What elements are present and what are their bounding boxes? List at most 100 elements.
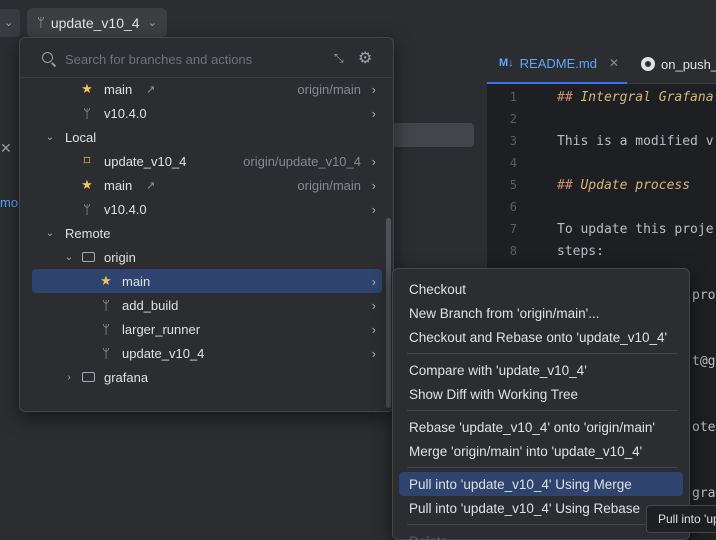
branch-name: add_build: [122, 297, 179, 313]
chevron-down-icon: ⌄: [4, 17, 14, 29]
tracking-branch: origin/main: [297, 81, 361, 97]
group-local[interactable]: ⌄ Local: [32, 125, 382, 149]
branch-row-local-v10-4-0[interactable]: ᛘ v10.4.0 ›: [32, 197, 382, 221]
branch-icon: ᛘ: [102, 297, 110, 313]
project-widget[interactable]: ⌄: [0, 9, 20, 37]
chevron-down-icon: ⌄: [45, 227, 55, 239]
branch-icon: ᛘ: [102, 321, 110, 337]
search-icon: [42, 52, 53, 63]
branch-search-bar: ⤡ ⚙: [20, 38, 393, 78]
chevron-right-icon: ›: [67, 371, 71, 383]
current-branch-label: update_v10_4: [50, 14, 140, 31]
tab-readme[interactable]: M↓ README.md ✕: [487, 44, 627, 84]
group-name: Remote: [65, 225, 111, 241]
branch-search-input[interactable]: [65, 49, 315, 69]
chevron-right-icon: ›: [371, 81, 376, 97]
menu-separator: [407, 353, 677, 354]
tab-on-push[interactable]: on_push_: [637, 44, 716, 84]
menu-item-compare[interactable]: Compare with 'update_v10_4': [399, 358, 683, 382]
menu-item-merge[interactable]: Merge 'origin/main' into 'update_v10_4': [399, 439, 683, 463]
close-icon[interactable]: ✕: [609, 56, 619, 70]
menu-item-pull-rebase[interactable]: Pull into 'update_v10_4' Using Rebase: [399, 496, 683, 520]
menu-item-new-branch[interactable]: New Branch from 'origin/main'...: [399, 301, 683, 325]
line-number: 7: [509, 222, 517, 236]
branch-row-origin-update-v10-4[interactable]: ᛘ update_v10_4 ›: [32, 341, 382, 365]
menu-separator: [407, 410, 677, 411]
line-number: 1: [509, 90, 517, 104]
chevron-right-icon: ›: [371, 297, 376, 313]
folder-icon: [82, 372, 95, 382]
chevron-right-icon: ›: [371, 153, 376, 169]
chevron-right-icon: ›: [371, 201, 376, 217]
group-name: Local: [65, 129, 97, 145]
chevron-down-icon: ⌄: [45, 131, 55, 143]
branch-widget[interactable]: ᛘ update_v10_4 ⌄: [27, 8, 167, 37]
markdown-icon: M↓: [499, 57, 514, 69]
editor-tab-bar: M↓ README.md ✕ on_push_: [487, 44, 716, 84]
menu-item-pull-merge[interactable]: Pull into 'update_v10_4' Using Merge: [399, 472, 683, 496]
remote-origin[interactable]: ⌄ origin: [32, 245, 382, 269]
menu-item-checkout-rebase[interactable]: Checkout and Rebase onto 'update_v10_4': [399, 325, 683, 349]
vertical-scrollbar[interactable]: [386, 218, 391, 408]
close-icon[interactable]: ✕: [0, 140, 12, 157]
code-fragment: ote: [692, 420, 716, 435]
branch-row-recent-main[interactable]: ★ main ↗ origin/main ›: [32, 78, 382, 101]
git-branches-popup: ⤡ ⚙ ★ main ↗ origin/main › ᛘ v10.4.0 › ⌄…: [19, 37, 394, 412]
chevron-right-icon: ›: [371, 105, 376, 121]
menu-item-delete[interactable]: Delete: [399, 529, 683, 540]
menu-separator: [407, 524, 677, 525]
menu-separator: [407, 467, 677, 468]
star-icon: ★: [81, 177, 93, 192]
branch-name: update_v10_4: [104, 153, 187, 169]
tag-icon: ⌑: [83, 153, 91, 168]
menu-item-checkout[interactable]: Checkout: [399, 277, 683, 301]
branch-name: v10.4.0: [104, 201, 147, 217]
remote-name: origin: [104, 249, 136, 265]
code-line[interactable]: To update this proje: [557, 222, 714, 237]
chevron-right-icon: ›: [371, 177, 376, 193]
branch-name: main: [104, 81, 133, 97]
branch-name: update_v10_4: [122, 345, 205, 361]
code-fragment: pro: [692, 288, 716, 303]
branch-tree: ★ main ↗ origin/main › ᛘ v10.4.0 › ⌄ Loc…: [20, 78, 393, 411]
code-line[interactable]: This is a modified v: [557, 134, 714, 149]
line-number: 5: [509, 178, 517, 192]
github-icon: [641, 57, 655, 71]
branch-row-recent-v10-4-0[interactable]: ᛘ v10.4.0 ›: [32, 101, 382, 125]
line-number: 3: [509, 134, 517, 148]
menu-item-show-diff[interactable]: Show Diff with Working Tree: [399, 382, 683, 406]
branch-actions-menu: Checkout New Branch from 'origin/main'..…: [392, 268, 690, 540]
menu-item-rebase[interactable]: Rebase 'update_v10_4' onto 'origin/main': [399, 415, 683, 439]
branch-row-local-update-v10-4[interactable]: ⌑ update_v10_4 origin/update_v10_4 ›: [32, 149, 382, 173]
remote-grafana[interactable]: › grafana: [32, 365, 382, 389]
branch-icon: ᛘ: [37, 15, 45, 30]
code-line[interactable]: ## Intergral Grafana: [557, 90, 714, 105]
star-icon: ★: [100, 273, 112, 288]
chevron-right-icon: ›: [371, 345, 376, 361]
branch-row-origin-add-build[interactable]: ᛘ add_build ›: [32, 293, 382, 317]
group-remote[interactable]: ⌄ Remote: [32, 221, 382, 245]
tab-label: on_push_: [661, 56, 716, 72]
incoming-commits-icon: ↗: [146, 83, 156, 96]
line-number: 4: [509, 156, 517, 170]
gear-icon[interactable]: ⚙: [358, 48, 372, 68]
branch-name: main: [122, 273, 151, 289]
code-fragment: t@g: [692, 354, 716, 369]
chevron-right-icon: ›: [371, 273, 376, 289]
branch-row-origin-larger-runner[interactable]: ᛘ larger_runner ›: [32, 317, 382, 341]
code-fragment: graf: [692, 486, 716, 501]
folder-icon: [82, 252, 95, 262]
selected-row-background: [392, 123, 474, 147]
branch-row-origin-main[interactable]: ★ main ›: [32, 269, 382, 293]
code-line[interactable]: steps:: [557, 244, 604, 259]
incoming-commits-icon: ↗: [146, 179, 156, 192]
line-number: 2: [509, 112, 517, 126]
branch-row-local-main[interactable]: ★ main ↗ origin/main ›: [32, 173, 382, 197]
tracking-branch: origin/update_v10_4: [243, 153, 361, 169]
branch-icon: ᛘ: [83, 201, 91, 217]
chevron-down-icon: ⌄: [64, 251, 74, 263]
branch-icon: ᛘ: [102, 345, 110, 361]
code-line[interactable]: ## Update process: [557, 178, 690, 193]
collapse-all-icon[interactable]: ⤡: [334, 51, 344, 66]
panel-text-fragment: mo: [0, 195, 19, 210]
